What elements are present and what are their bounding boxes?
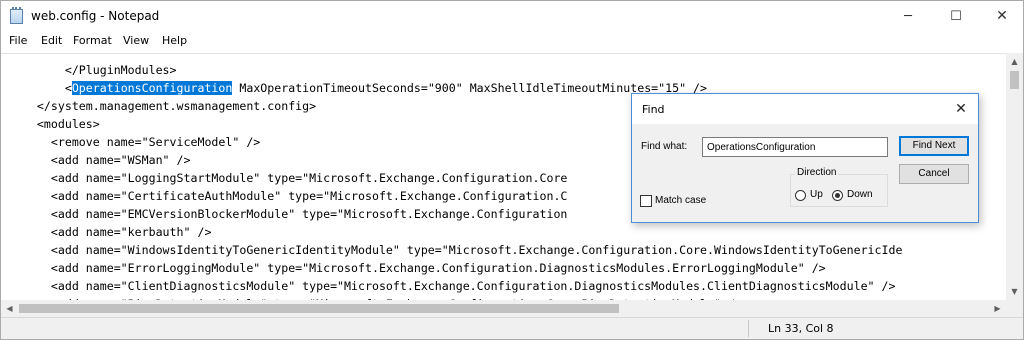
scrollbar-corner: [1006, 300, 1023, 317]
horizontal-scroll-thumb[interactable]: [19, 304, 619, 313]
find-dialog-close-button[interactable]: ✕: [950, 99, 972, 119]
minimize-button[interactable]: ─: [885, 1, 931, 32]
find-what-input[interactable]: OperationsConfiguration: [702, 137, 888, 157]
horizontal-scrollbar[interactable]: ◀ ▶: [1, 300, 1006, 317]
scroll-right-arrow-icon[interactable]: ▶: [989, 300, 1006, 317]
cancel-button[interactable]: Cancel: [899, 164, 969, 184]
find-what-label: Find what:: [641, 141, 688, 152]
cursor-position: Ln 33, Col 8: [768, 322, 834, 335]
menu-help[interactable]: Help: [162, 34, 187, 47]
window-title: web.config - Notepad: [31, 9, 160, 23]
code-line[interactable]: <add name="kerbauth" />: [9, 223, 1005, 241]
status-bar: Ln 33, Col 8: [1, 317, 1023, 339]
selected-text[interactable]: OperationsConfiguration: [71, 81, 233, 95]
vertical-scrollbar[interactable]: ▲ ▼: [1006, 53, 1023, 300]
find-dialog-title: Find: [642, 103, 665, 116]
find-next-button[interactable]: Find Next: [899, 136, 969, 156]
title-bar[interactable]: web.config - Notepad ─ ☐ ✕: [1, 1, 1023, 32]
find-dialog-title-bar[interactable]: Find ✕: [632, 94, 978, 124]
menu-file[interactable]: File: [9, 34, 27, 47]
code-line[interactable]: <add name="WindowsIdentityToGenericIdent…: [9, 241, 1005, 259]
code-line[interactable]: <add name="ErrorLoggingModule" type="Mic…: [9, 259, 1005, 277]
status-divider: [748, 320, 749, 337]
find-dialog: Find ✕ Find what: OperationsConfiguratio…: [631, 93, 979, 223]
menu-bar: File Edit Format View Help: [1, 32, 1023, 51]
scroll-down-arrow-icon[interactable]: ▼: [1006, 283, 1023, 300]
match-case-label[interactable]: Match case: [655, 195, 706, 206]
menu-view[interactable]: View: [123, 34, 149, 47]
direction-label: Direction: [795, 167, 839, 178]
scroll-left-arrow-icon[interactable]: ◀: [1, 300, 18, 317]
notepad-window: web.config - Notepad ─ ☐ ✕ File Edit For…: [0, 0, 1024, 340]
scroll-up-arrow-icon[interactable]: ▲: [1006, 53, 1023, 70]
notepad-icon: [10, 7, 23, 24]
direction-down-label[interactable]: Down: [847, 189, 873, 200]
close-button[interactable]: ✕: [979, 1, 1024, 32]
direction-down-radio[interactable]: [832, 190, 843, 201]
menu-format[interactable]: Format: [73, 34, 112, 47]
match-case-checkbox[interactable]: [640, 195, 652, 207]
direction-up-radio[interactable]: [795, 190, 806, 201]
code-line[interactable]: <add name="ClientDiagnosticsModule" type…: [9, 277, 1005, 295]
direction-up-label[interactable]: Up: [810, 189, 823, 200]
vertical-scroll-thumb[interactable]: [1010, 71, 1019, 89]
code-line[interactable]: </PluginModules>: [9, 61, 1005, 79]
maximize-button[interactable]: ☐: [933, 1, 979, 32]
menu-edit[interactable]: Edit: [41, 34, 62, 47]
